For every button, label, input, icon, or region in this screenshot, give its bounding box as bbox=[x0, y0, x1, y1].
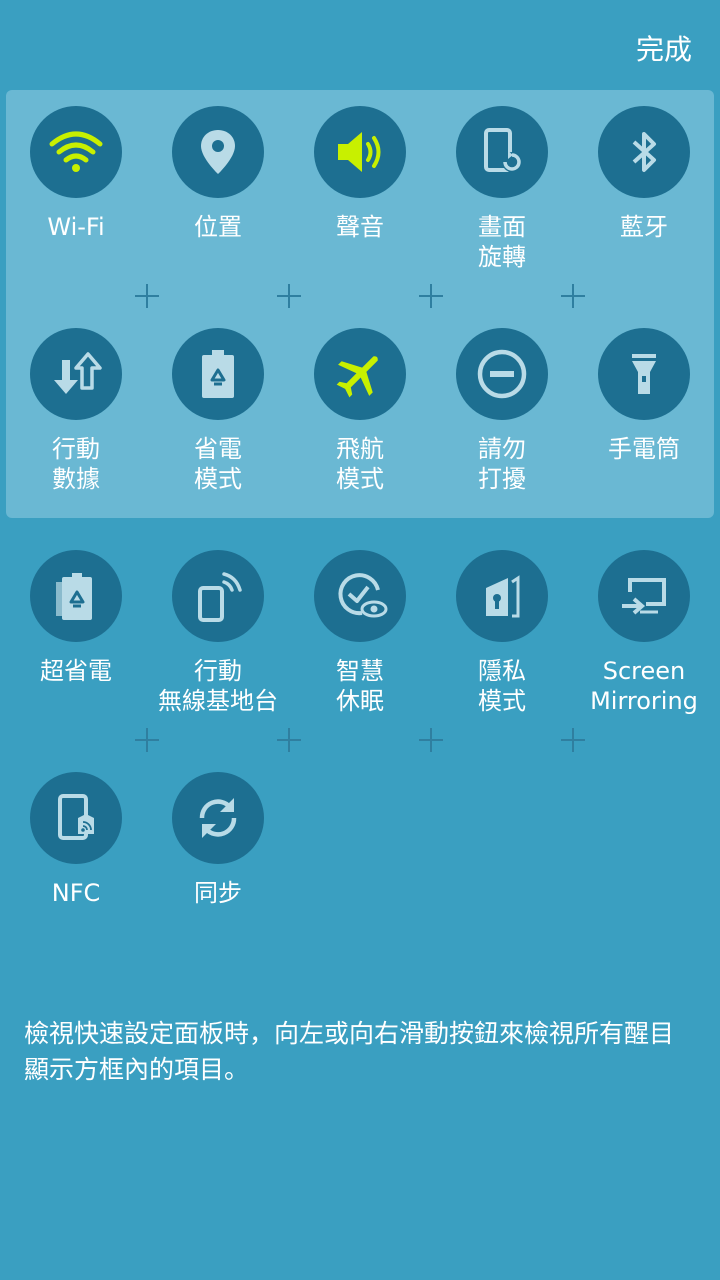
toggle-label-line2: Mirroring bbox=[590, 687, 698, 715]
ultra-power-saving-icon bbox=[30, 550, 122, 642]
airplane-icon bbox=[314, 328, 406, 420]
bluetooth-icon bbox=[598, 106, 690, 198]
screen-mirroring-icon bbox=[598, 550, 690, 642]
toggle-label-line1: Screen bbox=[602, 657, 686, 685]
toggle-label-line1: 行動 bbox=[52, 435, 100, 463]
toggle-label-line1: 請勿 bbox=[478, 435, 526, 463]
toggle-label-line2: 無線基地台 bbox=[158, 687, 278, 715]
add-icon bbox=[419, 284, 443, 308]
toggle-label-line2: 模式 bbox=[336, 465, 384, 493]
toggle-label-line2: 模式 bbox=[478, 687, 526, 715]
toggle-label-line1: Wi-Fi bbox=[47, 213, 105, 241]
add-icon bbox=[135, 284, 159, 308]
nfc-icon bbox=[30, 772, 122, 864]
mobile-hotspot-icon bbox=[172, 550, 264, 642]
do-not-disturb-icon bbox=[456, 328, 548, 420]
toggle-smart-stay[interactable]: 智慧 休眠 bbox=[289, 550, 431, 716]
toggle-label-line1: 行動 bbox=[194, 657, 242, 685]
add-icon bbox=[135, 728, 159, 752]
toggle-bluetooth[interactable]: 藍牙 bbox=[573, 106, 715, 242]
toggle-label-line2: 打擾 bbox=[478, 465, 526, 493]
toggle-airplane-mode[interactable]: 飛航 模式 bbox=[289, 328, 431, 494]
power-saving-icon bbox=[172, 328, 264, 420]
toggle-label-line1: NFC bbox=[51, 879, 101, 907]
toggle-screen-rotation[interactable]: 畫面 旋轉 bbox=[431, 106, 573, 272]
screen-rotation-icon bbox=[456, 106, 548, 198]
toggle-label-line1: 超省電 bbox=[40, 657, 112, 685]
flashlight-icon bbox=[598, 328, 690, 420]
toggle-label-line1: 同步 bbox=[194, 879, 242, 907]
toggle-label-line2: 休眠 bbox=[336, 687, 384, 715]
toggle-sound[interactable]: 聲音 bbox=[289, 106, 431, 242]
wifi-icon bbox=[30, 106, 122, 198]
toggle-label-line2: 數據 bbox=[52, 465, 100, 493]
add-icon bbox=[561, 728, 585, 752]
toggle-nfc[interactable]: NFC bbox=[5, 772, 147, 908]
toggle-label-line1: 隱私 bbox=[478, 657, 526, 685]
private-mode-icon bbox=[456, 550, 548, 642]
toggle-mobile-hotspot[interactable]: 行動 無線基地台 bbox=[147, 550, 289, 716]
toggle-location[interactable]: 位置 bbox=[147, 106, 289, 242]
sound-icon bbox=[314, 106, 406, 198]
toggle-flashlight[interactable]: 手電筒 bbox=[573, 328, 715, 464]
toggle-sync[interactable]: 同步 bbox=[147, 772, 289, 908]
toggle-wifi[interactable]: Wi-Fi bbox=[5, 106, 147, 242]
toggle-label-line1: 聲音 bbox=[336, 213, 384, 241]
done-button[interactable]: 完成 bbox=[636, 28, 692, 68]
toggle-mobile-data[interactable]: 行動 數據 bbox=[5, 328, 147, 494]
add-icon bbox=[419, 728, 443, 752]
toggle-power-saving[interactable]: 省電 模式 bbox=[147, 328, 289, 494]
add-icon bbox=[277, 728, 301, 752]
smart-stay-icon bbox=[314, 550, 406, 642]
location-icon bbox=[172, 106, 264, 198]
toggle-private-mode[interactable]: 隱私 模式 bbox=[431, 550, 573, 716]
toggle-label-line1: 畫面 bbox=[478, 213, 526, 241]
toggle-label-line1: 藍牙 bbox=[620, 213, 668, 241]
toggle-label-line1: 飛航 bbox=[336, 435, 384, 463]
toggle-label-line1: 位置 bbox=[194, 213, 242, 241]
sync-icon bbox=[172, 772, 264, 864]
toggle-label-line1: 手電筒 bbox=[608, 435, 680, 463]
toggle-label-line1: 智慧 bbox=[336, 657, 384, 685]
mobile-data-icon bbox=[30, 328, 122, 420]
toggle-do-not-disturb[interactable]: 請勿 打擾 bbox=[431, 328, 573, 494]
add-icon bbox=[277, 284, 301, 308]
toggle-screen-mirroring[interactable]: Screen Mirroring bbox=[573, 550, 715, 716]
add-icon bbox=[561, 284, 585, 308]
instruction-text: 檢視快速設定面板時，向左或向右滑動按鈕來檢視所有醒目顯示方框內的項目。 bbox=[24, 1019, 675, 1084]
toggle-label-line2: 模式 bbox=[194, 465, 242, 493]
toggle-ultra-power-saving[interactable]: 超省電 bbox=[5, 550, 147, 686]
toggle-label-line2: 旋轉 bbox=[478, 243, 526, 271]
toggle-label-line1: 省電 bbox=[194, 435, 242, 463]
